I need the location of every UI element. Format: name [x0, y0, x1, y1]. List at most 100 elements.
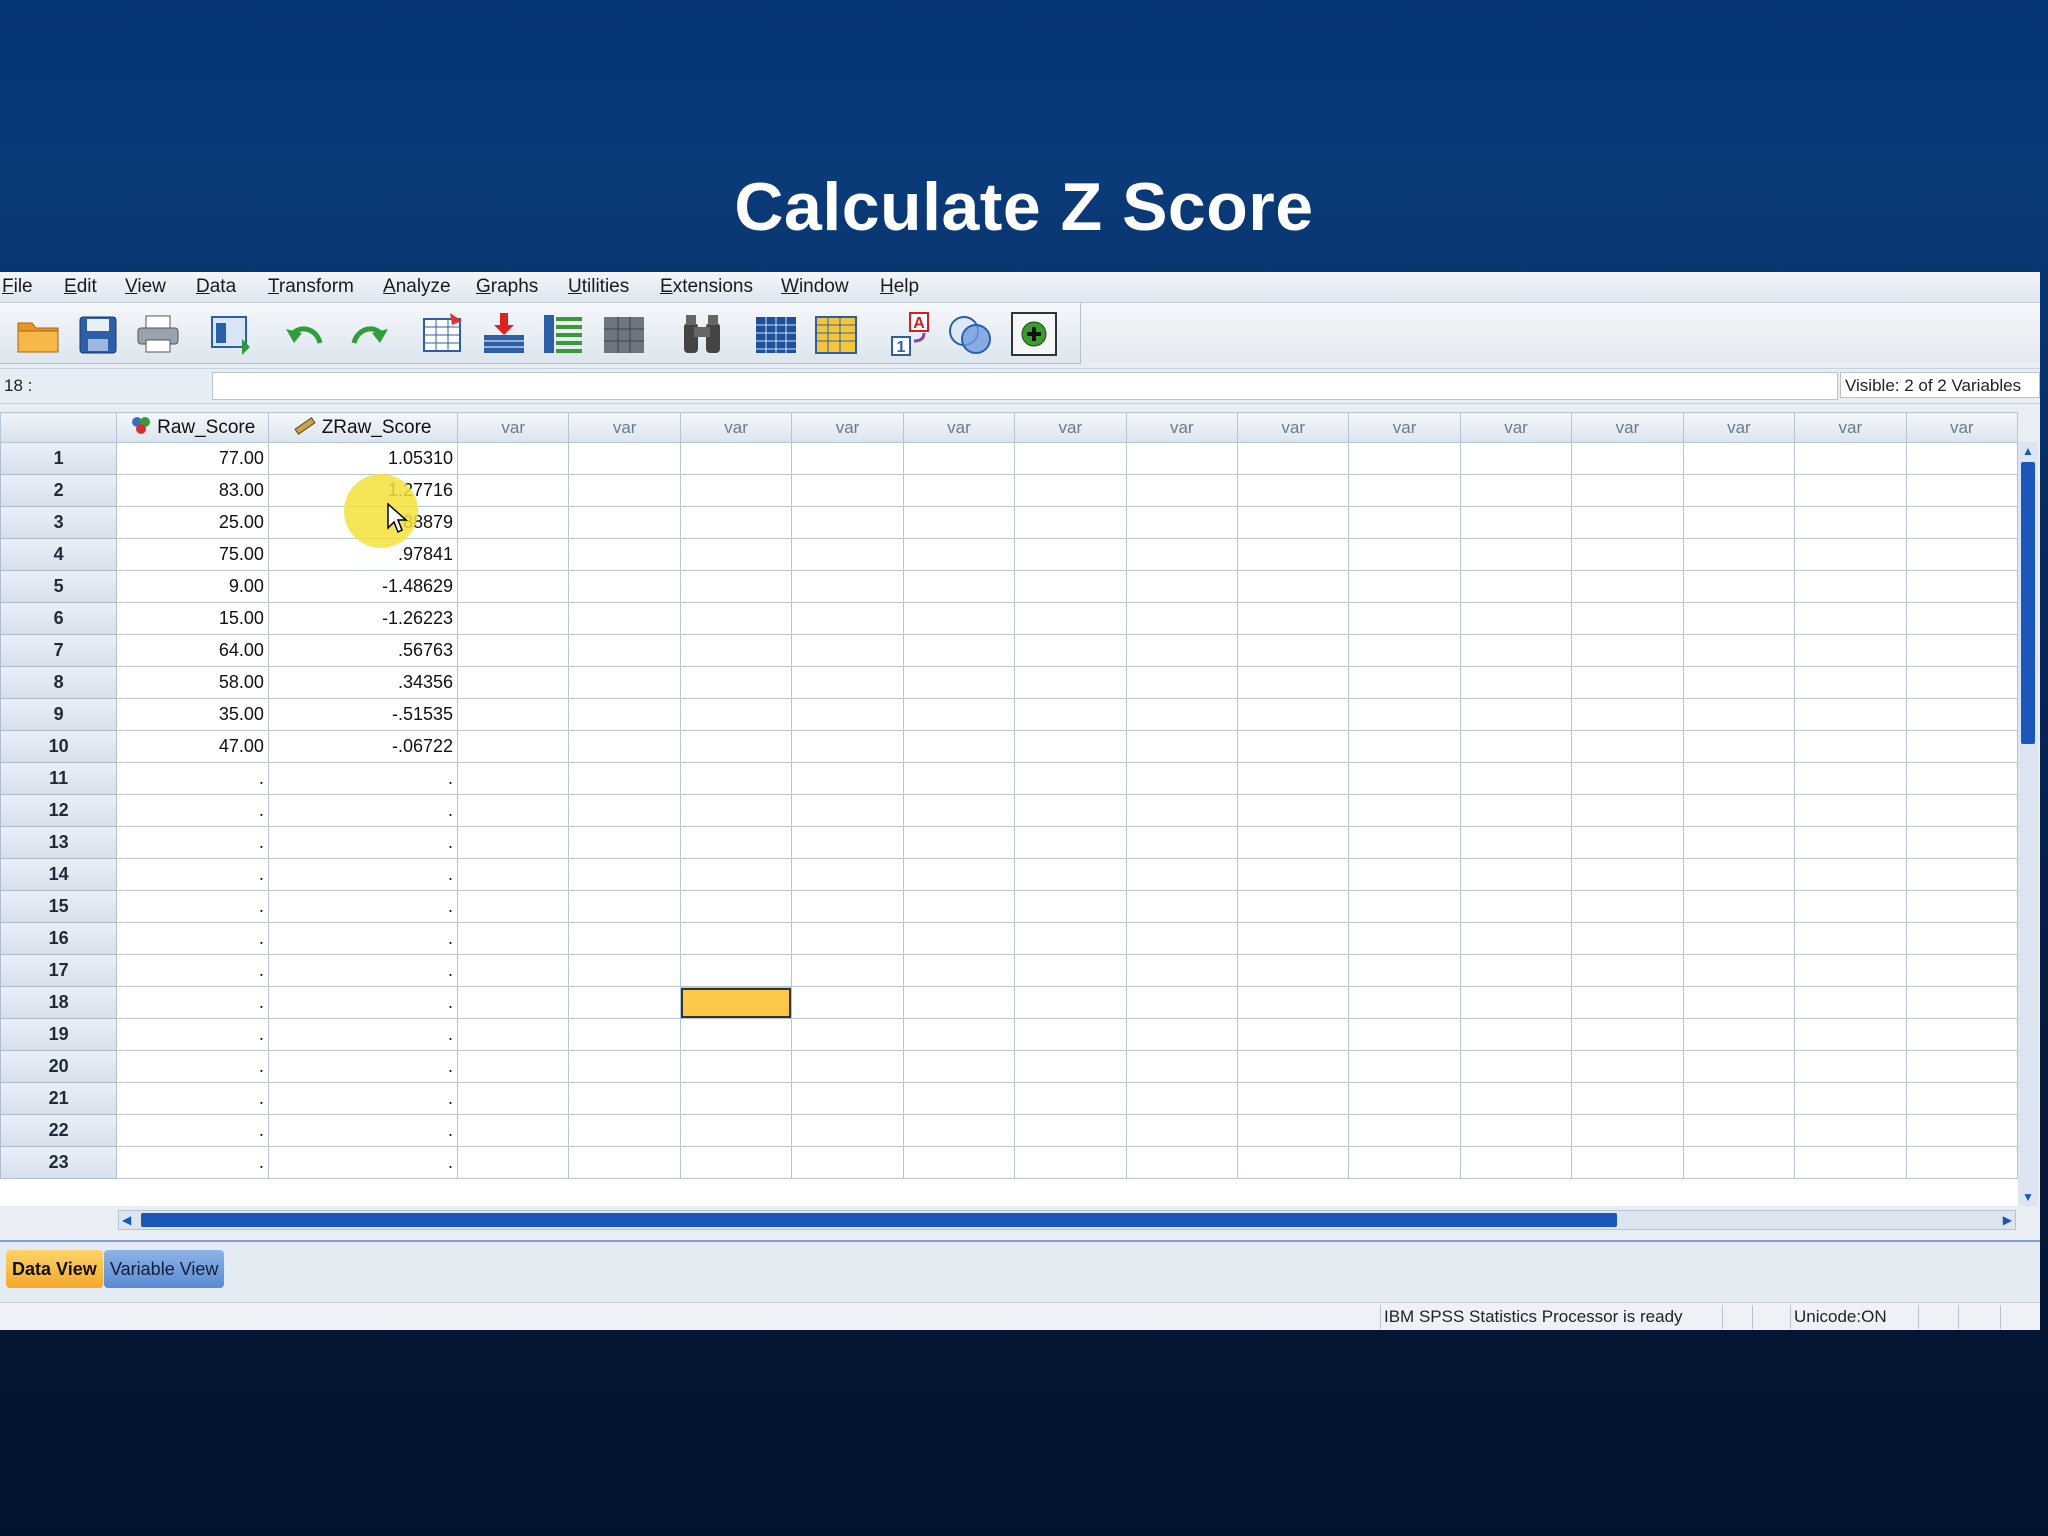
empty-cell[interactable] — [568, 1082, 681, 1115]
data-cell[interactable]: . — [116, 954, 269, 987]
empty-cell[interactable] — [1125, 1146, 1238, 1179]
data-cell[interactable]: . — [116, 1050, 269, 1083]
empty-cell[interactable] — [568, 794, 681, 827]
empty-cell[interactable] — [1682, 538, 1796, 571]
empty-cell[interactable] — [1682, 794, 1796, 827]
data-cell[interactable]: 1.27716 — [267, 474, 459, 507]
empty-cell[interactable] — [568, 538, 681, 571]
empty-cell[interactable] — [791, 858, 904, 891]
empty-cell[interactable] — [1682, 1146, 1796, 1179]
empty-cell[interactable] — [457, 602, 570, 635]
empty-cell[interactable] — [679, 1114, 793, 1147]
data-cell[interactable]: . — [267, 1114, 459, 1147]
empty-cell[interactable] — [1236, 1082, 1350, 1115]
row-number[interactable]: 17 — [0, 954, 118, 987]
scroll-up-icon[interactable]: ▲ — [2022, 444, 2034, 458]
empty-cell[interactable] — [1125, 762, 1238, 795]
empty-cell[interactable] — [1794, 986, 1907, 1019]
data-cell[interactable]: . — [116, 858, 269, 891]
empty-cell[interactable] — [1905, 474, 2018, 507]
empty-cell[interactable] — [1125, 634, 1238, 667]
empty-cell[interactable] — [457, 570, 570, 603]
empty-cell[interactable] — [1348, 698, 1461, 731]
empty-cell[interactable] — [902, 1082, 1016, 1115]
empty-cell[interactable] — [679, 858, 793, 891]
empty-cell[interactable] — [1014, 890, 1127, 923]
empty-cell[interactable] — [1459, 474, 1573, 507]
empty-cell[interactable] — [457, 986, 570, 1019]
empty-cell[interactable] — [1125, 570, 1238, 603]
empty-cell[interactable] — [1571, 986, 1684, 1019]
empty-cell[interactable] — [1682, 506, 1796, 539]
empty-cell[interactable] — [902, 1050, 1016, 1083]
empty-cell[interactable] — [1571, 730, 1684, 763]
empty-cell[interactable] — [1014, 858, 1127, 891]
empty-cell[interactable] — [791, 698, 904, 731]
empty-cell[interactable] — [902, 794, 1016, 827]
empty-cell[interactable] — [1014, 1114, 1127, 1147]
row-number[interactable]: 16 — [0, 922, 118, 955]
empty-cell[interactable] — [568, 1146, 681, 1179]
empty-cell[interactable] — [679, 890, 793, 923]
data-cell[interactable]: . — [267, 1018, 459, 1051]
vertical-scrollbar[interactable]: ▲ ▼ — [2018, 442, 2038, 1206]
value-labels-icon[interactable]: A 1 — [886, 311, 934, 357]
empty-cell[interactable] — [1236, 890, 1350, 923]
data-cell[interactable]: . — [116, 826, 269, 859]
empty-cell[interactable] — [457, 442, 570, 475]
empty-cell[interactable] — [1014, 570, 1127, 603]
empty-cell[interactable] — [791, 570, 904, 603]
menu-help[interactable]: Help — [880, 276, 919, 298]
data-cell[interactable]: .97841 — [267, 538, 459, 571]
empty-cell[interactable] — [1014, 794, 1127, 827]
data-cell[interactable]: . — [267, 1146, 459, 1179]
menu-transform[interactable]: Transform — [268, 276, 354, 298]
empty-cell[interactable] — [679, 922, 793, 955]
scroll-left-icon[interactable]: ◀ — [122, 1213, 131, 1227]
empty-cell[interactable] — [791, 954, 904, 987]
empty-cell[interactable] — [1348, 442, 1461, 475]
data-cell[interactable]: -1.48629 — [267, 570, 459, 603]
data-cell[interactable]: . — [116, 922, 269, 955]
data-cell[interactable]: 58.00 — [116, 666, 269, 699]
row-number[interactable]: 12 — [0, 794, 118, 827]
column-header-var[interactable]: var — [902, 412, 1016, 443]
empty-cell[interactable] — [1571, 858, 1684, 891]
empty-cell[interactable] — [457, 698, 570, 731]
empty-cell[interactable] — [457, 794, 570, 827]
empty-cell[interactable] — [1905, 1018, 2018, 1051]
cell-value-input[interactable] — [212, 372, 1838, 400]
empty-cell[interactable] — [902, 442, 1016, 475]
empty-cell[interactable] — [1348, 762, 1461, 795]
empty-cell[interactable] — [1905, 1082, 2018, 1115]
empty-cell[interactable] — [457, 762, 570, 795]
empty-cell[interactable] — [1125, 794, 1238, 827]
empty-cell[interactable] — [1348, 954, 1461, 987]
data-cell[interactable]: 83.00 — [116, 474, 269, 507]
empty-cell[interactable] — [1459, 922, 1573, 955]
empty-cell[interactable] — [791, 986, 904, 1019]
empty-cell[interactable] — [1236, 794, 1350, 827]
empty-cell[interactable] — [1348, 826, 1461, 859]
empty-cell[interactable] — [1794, 794, 1907, 827]
data-cell[interactable]: . — [116, 1114, 269, 1147]
empty-cell[interactable] — [679, 1018, 793, 1051]
empty-cell[interactable] — [457, 826, 570, 859]
empty-cell[interactable] — [902, 858, 1016, 891]
empty-cell[interactable] — [1348, 506, 1461, 539]
empty-cell[interactable] — [1348, 922, 1461, 955]
empty-cell[interactable] — [1459, 1082, 1573, 1115]
empty-cell[interactable] — [568, 986, 681, 1019]
data-cell[interactable]: . — [267, 954, 459, 987]
empty-cell[interactable] — [1794, 442, 1907, 475]
empty-cell[interactable] — [1682, 1050, 1796, 1083]
empty-cell[interactable] — [1348, 1082, 1461, 1115]
empty-cell[interactable] — [457, 634, 570, 667]
empty-cell[interactable] — [1125, 698, 1238, 731]
empty-cell[interactable] — [791, 666, 904, 699]
empty-cell[interactable] — [1348, 890, 1461, 923]
empty-cell[interactable] — [1459, 1114, 1573, 1147]
empty-cell[interactable] — [1236, 986, 1350, 1019]
empty-cell[interactable] — [1459, 538, 1573, 571]
empty-cell[interactable] — [1125, 1018, 1238, 1051]
